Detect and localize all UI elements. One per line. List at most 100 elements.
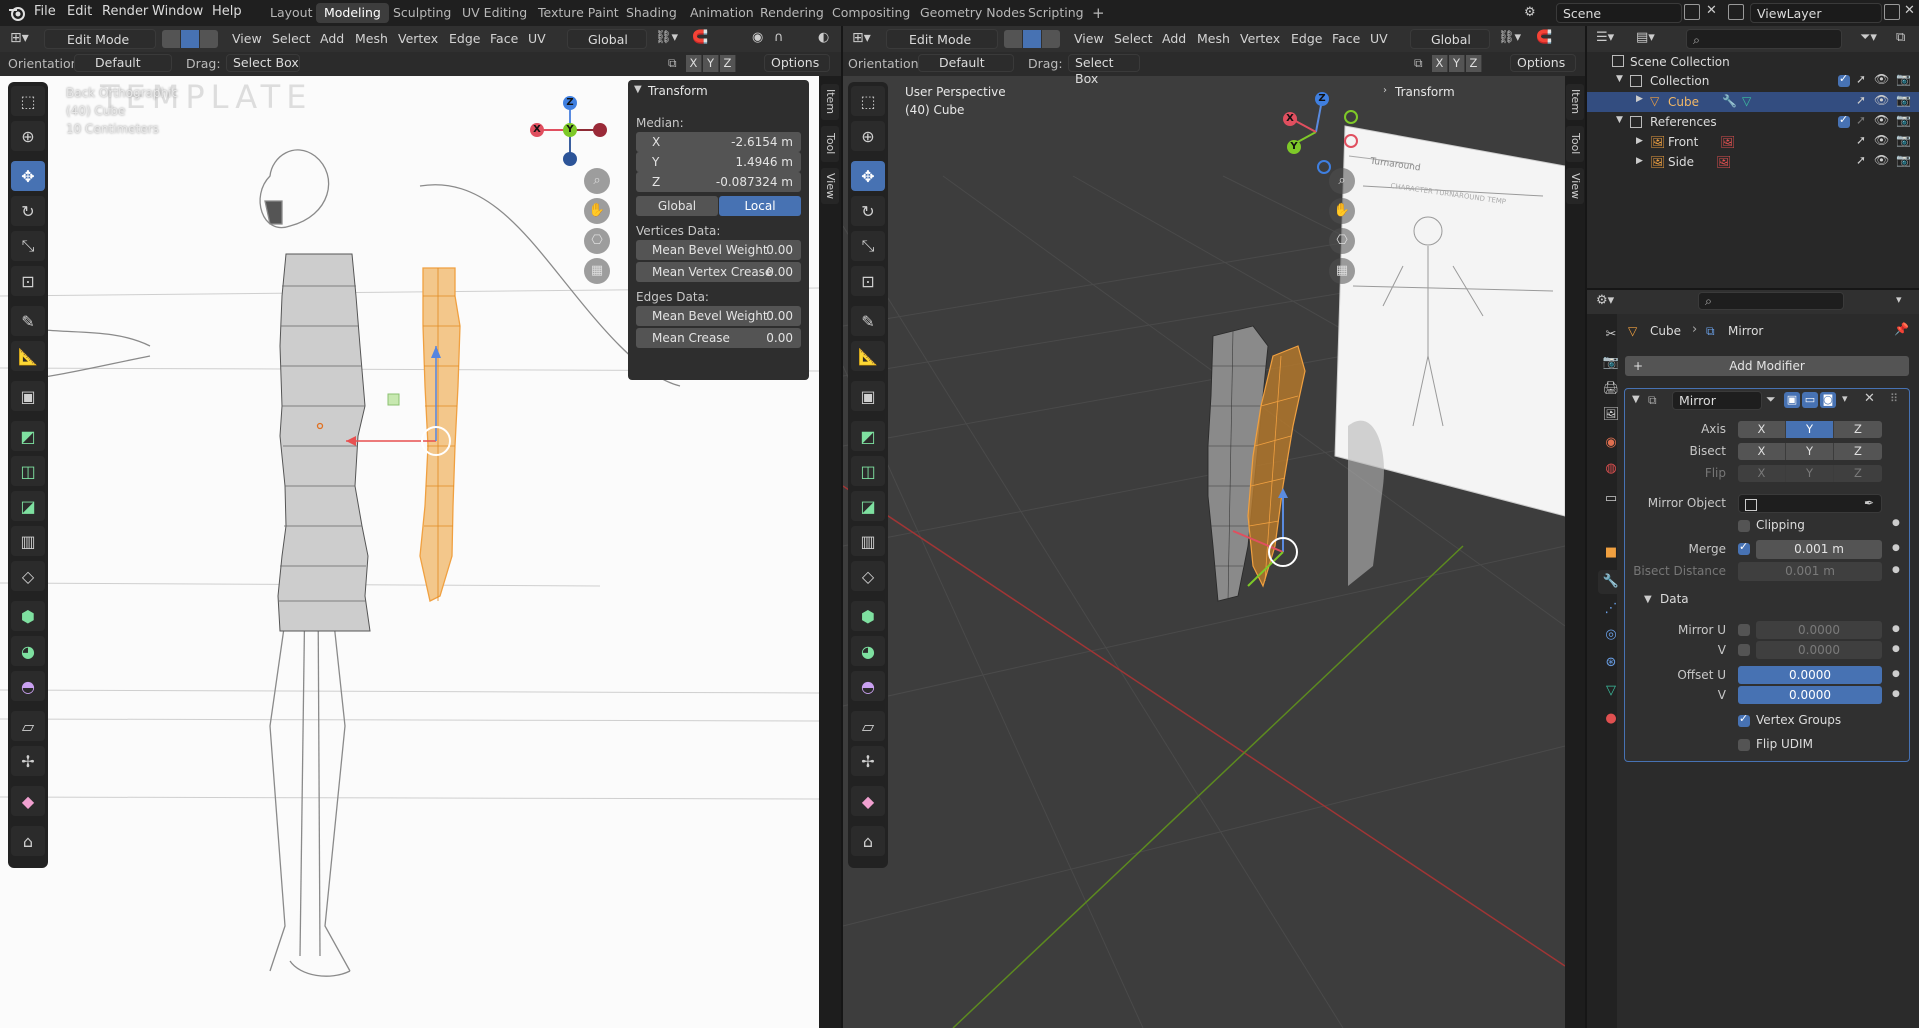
- edit-mode-cage-icon[interactable]: ⏷: [1766, 392, 1776, 407]
- pan-hand-icon[interactable]: ✋: [584, 198, 610, 224]
- menu-add-left[interactable]: Add: [320, 31, 344, 46]
- menu-window[interactable]: Window: [152, 4, 203, 19]
- knife-tool-icon[interactable]: ◇: [11, 561, 45, 591]
- gizmo-neg-x-axis-right[interactable]: [1344, 134, 1358, 148]
- vertex-groups-checkbox[interactable]: [1738, 712, 1750, 727]
- editor-type-icon-left[interactable]: ⊞▾: [10, 30, 29, 46]
- shrink-fatten-tool-icon-right[interactable]: ✢: [851, 746, 885, 776]
- select-box-tool-icon[interactable]: ⬚: [11, 86, 45, 116]
- menu-face-right[interactable]: Face: [1332, 31, 1360, 46]
- mirror-v-offset-field[interactable]: 0.0000: [1756, 641, 1882, 659]
- blender-logo-icon[interactable]: [8, 4, 26, 22]
- menu-vertex-left[interactable]: Vertex: [398, 31, 438, 46]
- transform-tool-icon-right[interactable]: ⊡: [851, 266, 885, 296]
- select-mode-edge-icon-left[interactable]: [181, 30, 199, 48]
- menu-help[interactable]: Help: [212, 4, 242, 19]
- side-image-data-icon[interactable]: 🖼: [1716, 155, 1731, 169]
- references-expand-icon[interactable]: ▼: [1616, 115, 1623, 125]
- grid-icon[interactable]: ▦: [584, 258, 610, 284]
- scale-tool-icon[interactable]: ⤡: [11, 231, 45, 261]
- outliner-editor-icon[interactable]: ☰▾: [1596, 30, 1614, 45]
- axis-z-toggle[interactable]: Z: [1834, 421, 1882, 438]
- front-expand-icon[interactable]: ▶: [1636, 136, 1643, 146]
- scene-icon[interactable]: ⚙: [1524, 5, 1540, 21]
- transform-panel-collapsed-icon[interactable]: ›: [1383, 85, 1387, 96]
- outliner-front[interactable]: Front: [1668, 133, 1698, 151]
- global-toggle[interactable]: Global: [636, 196, 718, 216]
- tab-modeling[interactable]: Modeling: [316, 3, 389, 23]
- tool-tab-icon[interactable]: ✂: [1602, 326, 1620, 344]
- cube-expand-icon[interactable]: ▶: [1636, 94, 1643, 104]
- collection-visibility-eye-icon[interactable]: 👁: [1874, 72, 1889, 86]
- clipping-checkbox[interactable]: [1738, 520, 1750, 532]
- cube-visibility-eye-icon[interactable]: 👁: [1874, 93, 1889, 107]
- scale-tool-icon-right[interactable]: ⤡: [851, 231, 885, 261]
- orientation-select-right[interactable]: Default: [918, 54, 1014, 72]
- menu-mesh-right[interactable]: Mesh: [1197, 31, 1230, 46]
- cube-mesh-data-icon[interactable]: ▽: [1742, 94, 1751, 108]
- extrude-tool-icon[interactable]: ◩: [11, 421, 45, 451]
- cursor-tool-icon[interactable]: ⊕: [11, 121, 45, 151]
- front-render-camera-icon[interactable]: 📷: [1896, 133, 1911, 147]
- modifier-tab-icon[interactable]: 🔧: [1602, 573, 1620, 591]
- mirror-object-field[interactable]: [1738, 494, 1882, 513]
- modifier-name-field[interactable]: Mirror: [1672, 391, 1762, 410]
- move-tool-icon-right[interactable]: ✥: [851, 161, 885, 191]
- world-tab-icon[interactable]: ◍: [1602, 460, 1620, 478]
- menu-uv-right[interactable]: UV: [1370, 31, 1388, 46]
- add-cube-tool-icon[interactable]: ▣: [11, 381, 45, 411]
- mirror-u-checkbox[interactable]: [1738, 624, 1750, 636]
- mode-select-left[interactable]: Edit Mode: [44, 29, 156, 49]
- references-visibility-eye-icon[interactable]: 👁: [1874, 113, 1889, 127]
- front-select-icon[interactable]: ➚: [1856, 133, 1866, 147]
- gizmo-neg-z-axis[interactable]: [563, 152, 577, 166]
- modifier-dropdown-icon[interactable]: ▾: [1842, 392, 1848, 405]
- editor-type-icon-right[interactable]: ⊞▾: [852, 30, 871, 46]
- camera-icon[interactable]: ⎔: [584, 228, 610, 254]
- select-box-tool-icon-right[interactable]: ⬚: [851, 86, 885, 116]
- navigation-gizmo-right[interactable]: Z X Y: [1280, 88, 1370, 178]
- front-visibility-eye-icon[interactable]: 👁: [1874, 133, 1889, 147]
- bisect-z-toggle[interactable]: Z: [1834, 443, 1882, 460]
- annotate-tool-icon[interactable]: ✎: [11, 306, 45, 336]
- select-mode-face-icon-left[interactable]: [200, 30, 218, 48]
- mirror-y-right[interactable]: Y: [1449, 55, 1465, 72]
- menu-select-left[interactable]: Select: [272, 31, 311, 46]
- menu-file[interactable]: File: [34, 4, 56, 19]
- snap-icon-left[interactable]: 🧲: [692, 30, 708, 45]
- physics-tab-icon[interactable]: ◎: [1602, 626, 1620, 644]
- flip-udim-checkbox[interactable]: [1738, 739, 1750, 751]
- inset-tool-icon[interactable]: ◫: [11, 456, 45, 486]
- outliner-collection[interactable]: Collection: [1650, 72, 1709, 90]
- flip-z-toggle[interactable]: Z: [1834, 465, 1882, 482]
- gizmo-z-axis-right[interactable]: Z: [1315, 92, 1329, 106]
- show-in-editmode-icon[interactable]: ▣: [1784, 392, 1800, 408]
- offset-v-field[interactable]: 0.0000: [1738, 686, 1882, 704]
- measure-tool-icon-right[interactable]: 📐: [851, 341, 885, 371]
- tab-compositing[interactable]: Compositing: [824, 3, 918, 23]
- view-layer-tab-icon[interactable]: 🖼: [1602, 406, 1620, 424]
- outliner-side[interactable]: Side: [1668, 153, 1694, 171]
- scene-tab-icon[interactable]: ◉: [1602, 434, 1620, 452]
- left-viewport[interactable]: TEMPLATE Back Orthographic (40) Cube 10 …: [0, 26, 819, 1028]
- render-tab-icon[interactable]: 📷: [1602, 354, 1620, 372]
- transform-orientation-left[interactable]: Global: [567, 29, 647, 49]
- rip-region-tool-icon-right[interactable]: ⌂: [851, 826, 885, 856]
- menu-render[interactable]: Render: [102, 4, 148, 19]
- transform-tool-icon[interactable]: ⊡: [11, 266, 45, 296]
- references-render-camera-icon[interactable]: 📷: [1896, 113, 1911, 127]
- drag-select-right[interactable]: Select Box: [1068, 54, 1140, 86]
- gizmo-z-axis[interactable]: Z: [563, 96, 577, 110]
- material-tab-icon[interactable]: ●: [1602, 710, 1620, 728]
- mean-crease-field[interactable]: Mean Crease 0.00: [636, 328, 801, 348]
- add-cube-tool-icon-right[interactable]: ▣: [851, 381, 885, 411]
- select-mode-face-icon-right[interactable]: [1042, 30, 1060, 48]
- gizmo-neg-x-axis[interactable]: [593, 123, 607, 137]
- rotate-tool-icon-right[interactable]: ↻: [851, 196, 885, 226]
- tab-sculpting[interactable]: Sculpting: [385, 3, 459, 23]
- select-mode-edge-icon-right[interactable]: [1023, 30, 1041, 48]
- tab-uv-editing[interactable]: UV Editing: [454, 3, 535, 23]
- new-collection-icon[interactable]: ⧉: [1896, 30, 1905, 45]
- clipping-keyframe-icon[interactable]: ●: [1892, 518, 1900, 528]
- move-tool-icon[interactable]: ✥: [11, 161, 45, 191]
